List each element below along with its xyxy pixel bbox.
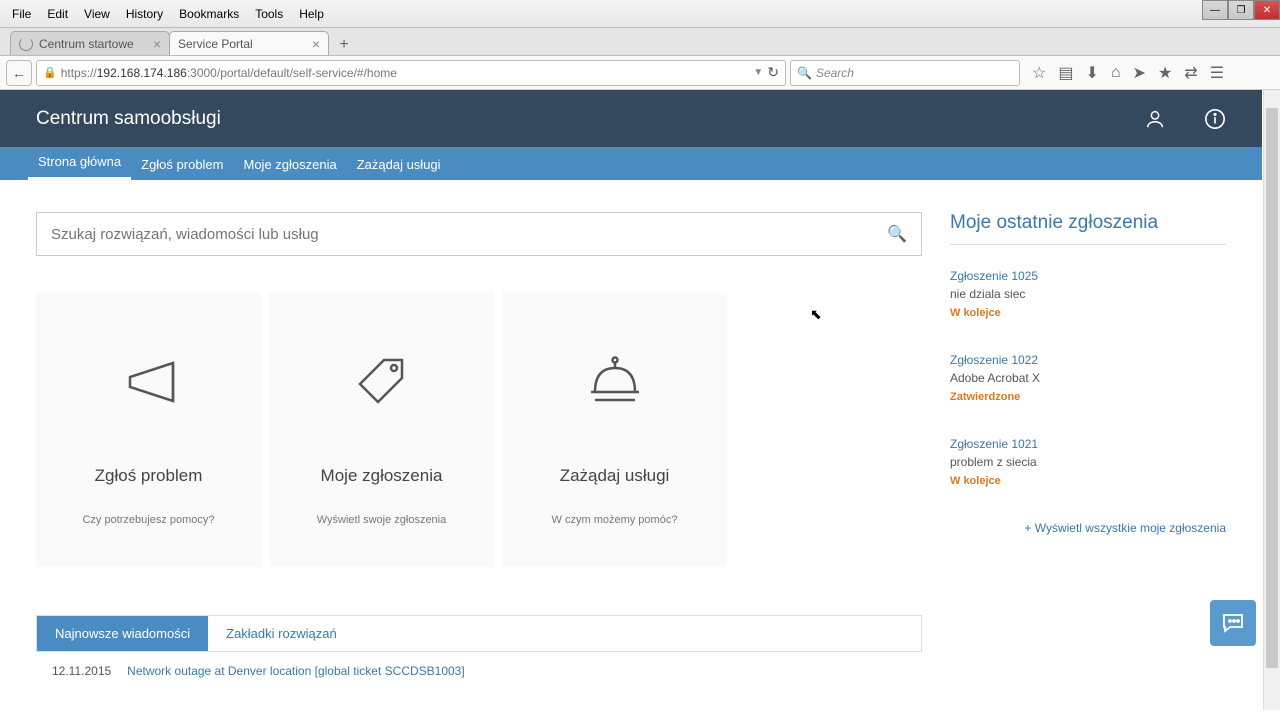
app-navbar: Strona główna Zgłoś problem Moje zgłosze… <box>0 147 1262 180</box>
view-all-link[interactable]: + Wyświetl wszystkie moje zgłoszenia <box>950 521 1226 535</box>
browser-tabbar: Centrum startowe × Service Portal × + <box>0 28 1280 56</box>
ticket-item: Zgłoszenie 1022 Adobe Acrobat X Zatwierd… <box>950 353 1226 403</box>
card-title: Zażądaj usługi <box>560 466 670 486</box>
ticket-status: W kolejce <box>950 307 1226 319</box>
search-icon[interactable]: 🔍 <box>887 224 907 244</box>
nav-my-requests[interactable]: Moje zgłoszenia <box>234 149 347 180</box>
menu-tools[interactable]: Tools <box>247 3 291 25</box>
menu-bookmarks[interactable]: Bookmarks <box>171 3 247 25</box>
send-icon[interactable]: ➤ <box>1133 63 1146 83</box>
lock-icon: 🔒 <box>43 66 57 79</box>
scrollbar[interactable] <box>1263 90 1280 710</box>
ticket-item: Zgłoszenie 1021 problem z siecia W kolej… <box>950 437 1226 487</box>
browser-tab-1[interactable]: Centrum startowe × <box>10 31 170 55</box>
user-icon[interactable] <box>1144 108 1166 130</box>
card-request-service[interactable]: Zażądaj usługi W czym możemy pomóc? <box>502 292 727 567</box>
search-input[interactable] <box>51 226 887 243</box>
reading-list-icon[interactable]: ▤ <box>1058 63 1073 83</box>
back-button[interactable]: ← <box>6 60 32 86</box>
search-icon: 🔍 <box>797 66 812 80</box>
close-tab-icon[interactable]: × <box>312 36 320 52</box>
new-tab-button[interactable]: + <box>332 35 356 55</box>
ticket-link[interactable]: Zgłoszenie 1022 <box>950 353 1226 367</box>
reload-icon[interactable]: ↻ <box>767 64 779 81</box>
browser-menubar: File Edit View History Bookmarks Tools H… <box>0 0 1280 28</box>
downloads-icon[interactable]: ⬇ <box>1085 63 1098 83</box>
menu-file[interactable]: File <box>4 3 39 25</box>
bookmark-star-icon[interactable]: ☆ <box>1032 63 1046 83</box>
menu-view[interactable]: View <box>76 3 118 25</box>
url-dropdown-icon[interactable]: ▼ <box>753 67 763 78</box>
url-text: https://192.168.174.186:3000/portal/defa… <box>61 66 754 80</box>
loading-icon <box>19 37 33 51</box>
card-title: Moje zgłoszenia <box>321 466 443 486</box>
ticket-status: Zatwierdzone <box>950 391 1226 403</box>
tag-icon <box>346 344 418 416</box>
info-icon[interactable] <box>1204 108 1226 130</box>
ticket-link[interactable]: Zgłoszenie 1025 <box>950 269 1226 283</box>
ticket-item: Zgłoszenie 1025 nie dziala siec W kolejc… <box>950 269 1226 319</box>
addon-star-icon[interactable]: ★ <box>1158 63 1172 83</box>
url-bar[interactable]: 🔒 https://192.168.174.186:3000/portal/de… <box>36 60 786 86</box>
ticket-description: Adobe Acrobat X <box>950 371 1226 385</box>
app-topbar: Centrum samoobsługi <box>0 90 1262 147</box>
news-link[interactable]: Network outage at Denver location [globa… <box>127 664 465 678</box>
sidebar-title: Moje ostatnie zgłoszenia <box>950 212 1226 245</box>
ticket-status: W kolejce <box>950 475 1226 487</box>
maximize-button[interactable]: ❐ <box>1228 0 1254 20</box>
home-icon[interactable]: ⌂ <box>1111 64 1121 82</box>
bell-icon <box>579 344 651 416</box>
tab-title: Service Portal <box>178 37 253 51</box>
addon-arrow-icon[interactable]: ⇄ <box>1184 63 1197 83</box>
card-report-problem[interactable]: Zgłoś problem Czy potrzebujesz pomocy? <box>36 292 261 567</box>
card-subtitle: Czy potrzebujesz pomocy? <box>82 514 214 526</box>
megaphone-icon <box>113 344 185 416</box>
nav-report-problem[interactable]: Zgłoś problem <box>131 149 233 180</box>
menu-history[interactable]: History <box>118 3 171 25</box>
card-title: Zgłoś problem <box>95 466 203 486</box>
browser-tab-2[interactable]: Service Portal × <box>169 31 329 55</box>
news-date: 12.11.2015 <box>52 664 111 678</box>
nav-request-service[interactable]: Zażądaj usługi <box>347 149 451 180</box>
tab-title: Centrum startowe <box>39 37 134 51</box>
menu-help[interactable]: Help <box>291 3 332 25</box>
menu-icon[interactable]: ☰ <box>1210 63 1224 83</box>
card-subtitle: Wyświetl swoje zgłoszenia <box>317 514 447 526</box>
news-row: 12.11.2015 Network outage at Denver loca… <box>36 652 922 690</box>
bottom-tabs: Najnowsze wiadomości Zakładki rozwiązań <box>36 615 922 652</box>
browser-search[interactable]: 🔍 Search <box>790 60 1020 86</box>
card-my-requests[interactable]: Moje zgłoszenia Wyświetl swoje zgłoszeni… <box>269 292 494 567</box>
portal-search[interactable]: 🔍 <box>36 212 922 256</box>
chat-button[interactable] <box>1210 600 1256 646</box>
ticket-description: problem z siecia <box>950 455 1226 469</box>
search-placeholder: Search <box>816 66 854 80</box>
menu-edit[interactable]: Edit <box>39 3 76 25</box>
card-subtitle: W czym możemy pomóc? <box>552 514 678 526</box>
tab-latest-news[interactable]: Najnowsze wiadomości <box>37 616 208 651</box>
close-tab-icon[interactable]: × <box>153 36 161 52</box>
page-content: Centrum samoobsługi Strona główna Zgłoś … <box>0 90 1262 712</box>
tab-solution-bookmarks[interactable]: Zakładki rozwiązań <box>208 616 355 651</box>
ticket-description: nie dziala siec <box>950 287 1226 301</box>
minimize-button[interactable]: — <box>1202 0 1228 20</box>
browser-toolbar: ← 🔒 https://192.168.174.186:3000/portal/… <box>0 56 1280 90</box>
scrollbar-thumb[interactable] <box>1266 108 1278 668</box>
nav-home[interactable]: Strona główna <box>28 146 131 180</box>
page-title: Centrum samoobsługi <box>36 108 221 130</box>
ticket-link[interactable]: Zgłoszenie 1021 <box>950 437 1226 451</box>
close-window-button[interactable]: ✕ <box>1254 0 1280 20</box>
